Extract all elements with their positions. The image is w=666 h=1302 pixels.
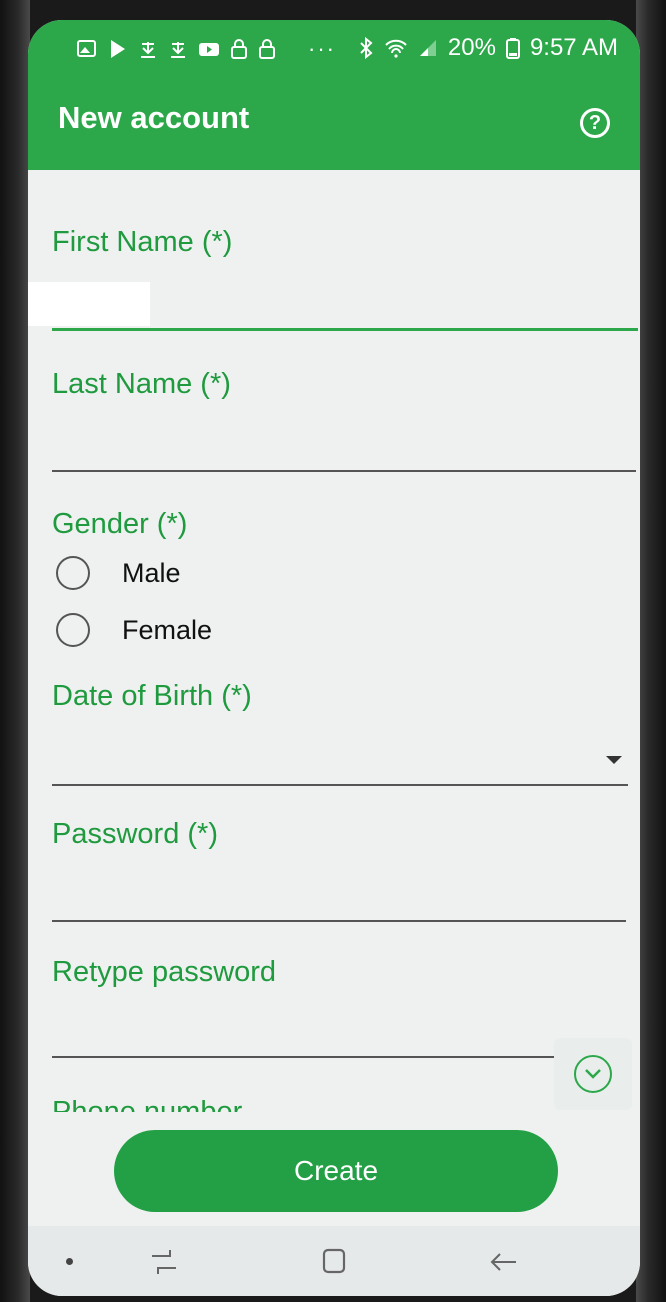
signal-icon <box>419 40 436 56</box>
create-button[interactable]: Create <box>114 1130 558 1212</box>
password-underline <box>52 920 626 922</box>
retype-password-underline <box>52 1056 556 1058</box>
last-name-field[interactable] <box>52 418 636 468</box>
first-name-label: First Name (*) <box>52 226 233 258</box>
keyboard-dot-icon <box>66 1258 73 1265</box>
device-bezel-left <box>0 0 30 1302</box>
gender-option-label: Female <box>122 614 213 645</box>
phone-number-label: Phone number <box>52 1096 243 1112</box>
download-icon <box>171 42 185 58</box>
password-field[interactable] <box>52 868 626 918</box>
wifi-icon <box>385 39 407 58</box>
new-account-form: First Name (*) Last Name (*) Gender (*) … <box>28 170 640 1110</box>
scroll-down-button[interactable] <box>554 1038 632 1110</box>
battery-percent: 20% <box>447 34 496 61</box>
system-navigation-bar <box>28 1226 640 1296</box>
status-right: 20% 9:57 AM <box>358 34 618 62</box>
youtube-icon <box>199 43 219 56</box>
bluetooth-icon <box>360 36 373 60</box>
gallery-icon <box>77 40 96 57</box>
home-icon[interactable] <box>314 1244 354 1280</box>
password-label: Password (*) <box>52 818 218 850</box>
phone-screen: ··· 20% 9:57 AM New account ? First Name… <box>28 20 640 1296</box>
retype-password-field[interactable] <box>52 1006 556 1056</box>
date-of-birth-underline <box>52 784 628 786</box>
chevron-down-icon[interactable] <box>606 756 622 764</box>
recent-apps-icon[interactable] <box>144 1244 184 1280</box>
help-button[interactable]: ? <box>580 108 610 138</box>
redacted-value <box>28 282 150 326</box>
app-bar: New account ? <box>28 78 640 170</box>
clock: 9:57 AM <box>529 34 618 61</box>
play-store-icon <box>111 40 125 58</box>
first-name-underline <box>52 328 638 331</box>
radio-button[interactable] <box>56 556 90 590</box>
notification-icons: ··· <box>28 36 336 62</box>
device-bezel-right <box>636 0 666 1302</box>
date-of-birth-label: Date of Birth (*) <box>52 680 252 712</box>
page-title: New account <box>58 100 250 135</box>
more-notifications-icon: ··· <box>308 36 336 61</box>
gender-option-label: Male <box>122 557 181 588</box>
last-name-label: Last Name (*) <box>52 368 231 400</box>
last-name-underline <box>52 470 636 472</box>
gender-label: Gender (*) <box>52 508 188 540</box>
back-icon[interactable] <box>484 1244 524 1280</box>
question-icon: ? <box>588 111 602 134</box>
radio-button[interactable] <box>56 613 90 647</box>
gender-option-female[interactable]: Female <box>56 613 212 647</box>
download-icon <box>141 42 155 58</box>
lock-icon <box>259 39 275 59</box>
status-bar: ··· 20% 9:57 AM <box>28 20 640 78</box>
lock-icon <box>231 39 247 59</box>
retype-password-label: Retype password <box>52 956 277 988</box>
date-of-birth-select[interactable] <box>52 730 628 780</box>
chevron-down-circle-icon <box>574 1055 612 1093</box>
gender-option-male[interactable]: Male <box>56 556 181 590</box>
battery-icon <box>505 38 520 59</box>
